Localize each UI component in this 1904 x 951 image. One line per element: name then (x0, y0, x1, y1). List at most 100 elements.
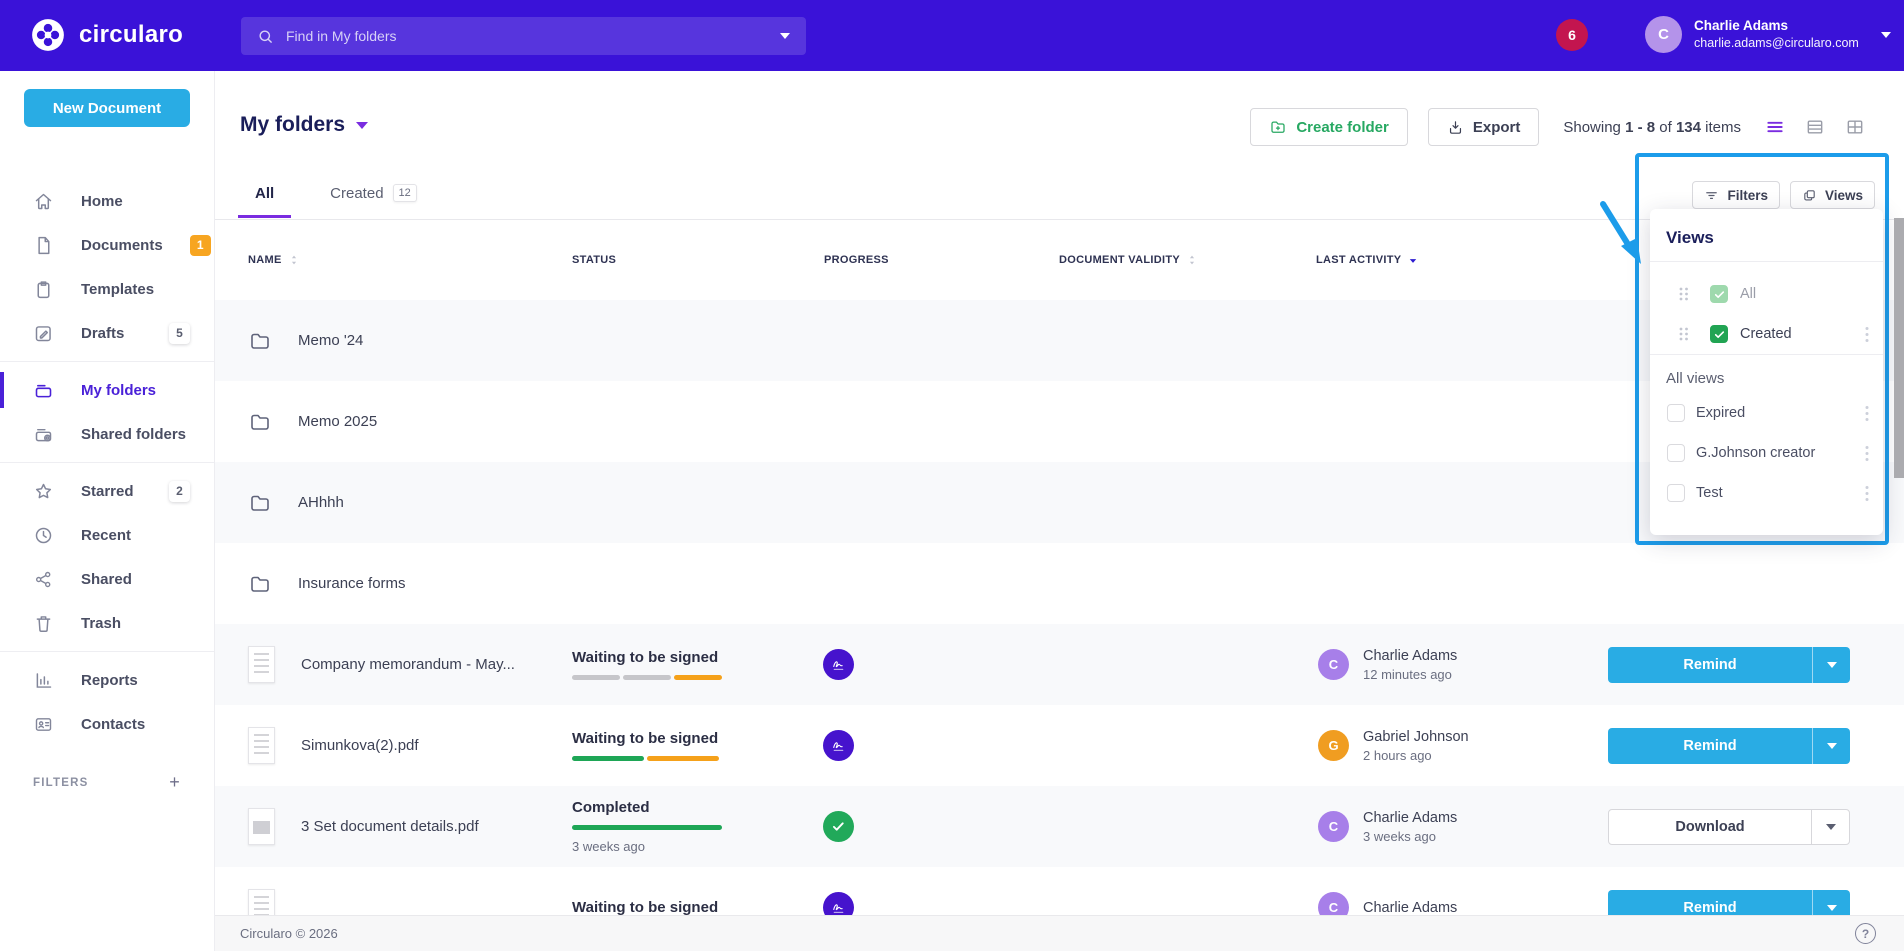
row-name: Insurance forms (298, 575, 406, 592)
sidebar-item-badge: 5 (169, 323, 190, 344)
column-name[interactable]: NAME (248, 253, 565, 267)
download-button[interactable]: Download (1608, 809, 1850, 845)
signature-icon[interactable] (823, 649, 854, 680)
name-cell: Company memorandum - May... (248, 646, 565, 683)
status-text: Waiting to be signed (572, 730, 818, 747)
search-scope-caret-icon[interactable] (780, 33, 790, 39)
help-button[interactable]: ? (1855, 923, 1876, 944)
tab-created[interactable]: Created 12 (313, 184, 434, 217)
checkbox[interactable] (1667, 484, 1685, 502)
add-filter-button[interactable]: + (169, 772, 181, 793)
scrollbar-thumb[interactable] (1894, 218, 1904, 478)
sidebar-item-label: Shared (81, 571, 132, 588)
sidebar-item-trash[interactable]: Trash (0, 601, 214, 645)
new-document-button[interactable]: New Document (24, 89, 190, 127)
table-row[interactable]: 3 Set document details.pdf Completed 3 w… (215, 786, 1904, 867)
drag-handle-icon[interactable] (1678, 326, 1689, 342)
remind-button[interactable]: Remind (1608, 647, 1850, 683)
actor-time: 2 hours ago (1363, 748, 1469, 763)
user-caret-icon (1881, 32, 1891, 38)
status-cell: Waiting to be signed (565, 899, 818, 915)
signature-icon[interactable] (823, 892, 854, 915)
name-cell: Simunkova(2).pdf (248, 727, 565, 764)
sidebar-item-shared-folders[interactable]: Shared folders (0, 412, 214, 456)
export-button[interactable]: Export (1428, 108, 1540, 146)
sidebar-item-label: Templates (81, 281, 154, 298)
checkbox[interactable] (1667, 444, 1685, 462)
top-bar: circularo 6 C Charlie Adams charlie.adam… (0, 0, 1904, 71)
kebab-menu-icon[interactable] (1865, 445, 1883, 462)
user-menu[interactable]: C Charlie Adams charlie.adams@circularo.… (1645, 16, 1891, 53)
caret-down-icon[interactable] (1812, 890, 1850, 916)
create-folder-button[interactable]: Create folder (1250, 108, 1408, 146)
last-activity-cell: C Charlie Adams12 minutes ago (1311, 648, 1601, 682)
drag-handle-icon[interactable] (1678, 286, 1689, 302)
folder-icon (248, 572, 272, 596)
status-subtext: 3 weeks ago (572, 839, 818, 854)
name-cell: Memo 2025 (248, 410, 565, 434)
sidebar-item-contacts[interactable]: Contacts (0, 702, 214, 746)
sidebar-divider (0, 361, 214, 362)
caret-down-icon[interactable] (1812, 647, 1850, 683)
sidebar-item-documents[interactable]: Documents 1 (0, 223, 214, 267)
sidebar-item-starred[interactable]: Starred 2 (0, 469, 214, 513)
view-item-g-johnson-creator[interactable]: G.Johnson creator (1650, 433, 1883, 473)
views-button[interactable]: Views (1790, 181, 1875, 209)
page-title[interactable]: My folders (240, 113, 368, 137)
sidebar-item-my-folders[interactable]: My folders (0, 368, 214, 412)
checkbox[interactable] (1710, 285, 1728, 303)
checkbox[interactable] (1667, 404, 1685, 422)
sort-descending-icon[interactable] (1406, 253, 1420, 267)
sidebar-item-reports[interactable]: Reports (0, 658, 214, 702)
caret-down-icon[interactable] (1812, 728, 1850, 764)
status-text: Waiting to be signed (572, 649, 818, 666)
document-thumbnail (248, 646, 275, 683)
table-row[interactable]: Insurance forms (215, 543, 1904, 624)
sidebar-item-templates[interactable]: Templates (0, 267, 214, 311)
sidebar-item-recent[interactable]: Recent (0, 513, 214, 557)
caret-down-icon[interactable] (1811, 810, 1849, 844)
view-item-all[interactable]: All (1650, 274, 1883, 314)
sidebar-item-label: Starred (81, 483, 134, 500)
folder-icon (248, 410, 272, 434)
sidebar-item-drafts[interactable]: Drafts 5 (0, 311, 214, 355)
grid-view-icon[interactable] (1845, 117, 1865, 137)
remind-button[interactable]: Remind (1608, 728, 1850, 764)
column-document-validity[interactable]: DOCUMENT VALIDITY (1053, 253, 1311, 267)
view-item-test[interactable]: Test (1650, 473, 1883, 513)
progress-bar (572, 675, 818, 680)
last-activity-cell: C Charlie Adams3 weeks ago (1311, 810, 1601, 844)
row-name: Memo '24 (298, 332, 363, 349)
column-status[interactable]: STATUS (565, 254, 818, 266)
signature-icon[interactable] (823, 730, 854, 761)
sort-icon[interactable] (1185, 253, 1199, 267)
table-row[interactable]: Simunkova(2).pdf Waiting to be signed G … (215, 705, 1904, 786)
sidebar-item-home[interactable]: Home (0, 179, 214, 223)
sidebar-item-shared[interactable]: Shared (0, 557, 214, 601)
brand-logo[interactable]: circularo (30, 17, 183, 53)
notification-badge[interactable]: 6 (1556, 19, 1588, 51)
sort-icon[interactable] (287, 253, 301, 267)
kebab-menu-icon[interactable] (1865, 326, 1883, 343)
column-progress[interactable]: PROGRESS (818, 254, 1053, 266)
view-item-expired[interactable]: Expired (1650, 393, 1883, 433)
kebab-menu-icon[interactable] (1865, 485, 1883, 502)
copyright: Circularo © 2026 (240, 926, 338, 941)
table-view-icon[interactable] (1805, 117, 1825, 137)
sidebar-divider (0, 462, 214, 463)
global-search[interactable] (241, 17, 806, 55)
table-row[interactable]: Waiting to be signed C Charlie Adams Rem… (215, 867, 1904, 915)
search-input[interactable] (286, 28, 768, 44)
document-thumbnail (248, 889, 275, 915)
remind-button[interactable]: Remind (1608, 890, 1850, 916)
checkbox[interactable] (1710, 325, 1728, 343)
filters-button[interactable]: Filters (1692, 181, 1780, 209)
view-item-created[interactable]: Created (1650, 314, 1883, 354)
column-last-activity[interactable]: LAST ACTIVITY (1311, 253, 1601, 267)
tab-all[interactable]: All (238, 184, 291, 217)
kebab-menu-icon[interactable] (1865, 405, 1883, 422)
table-row[interactable]: Company memorandum - May... Waiting to b… (215, 624, 1904, 705)
list-view-icon[interactable] (1765, 117, 1785, 137)
sidebar-item-badge: 2 (169, 481, 190, 502)
check-icon[interactable] (823, 811, 854, 842)
